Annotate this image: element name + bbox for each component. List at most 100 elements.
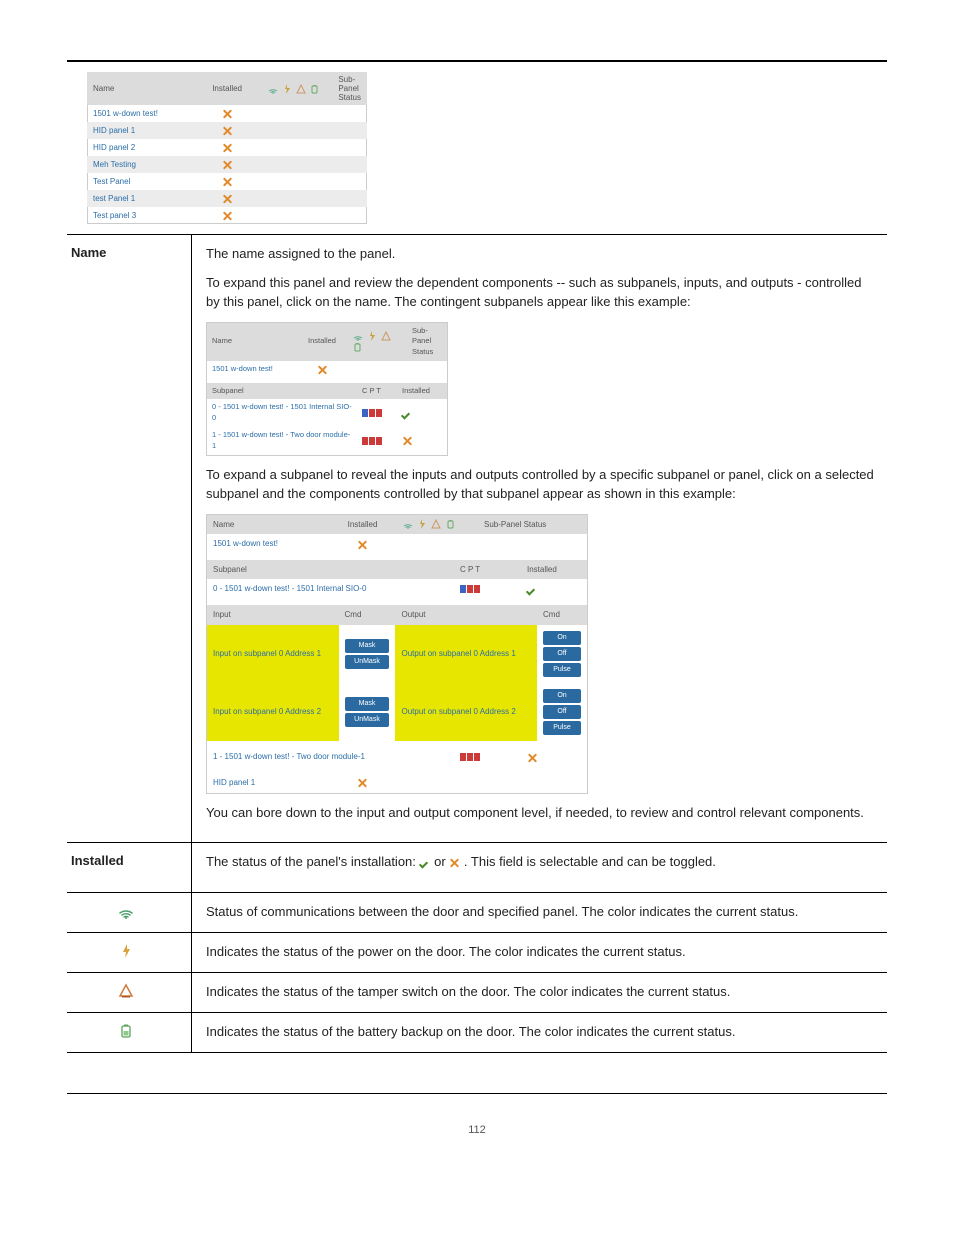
x-icon [222,159,233,170]
cpt-icon [362,437,382,445]
def-body-comm: Status of communications between the doo… [192,893,888,933]
power-icon [282,84,292,94]
unmask-button[interactable]: UnMask [345,713,390,727]
def-body-battery: Indicates the status of the battery back… [192,1013,888,1053]
cpt-icon [460,585,480,593]
subpanel-link[interactable]: 1 - 1501 w-down test! - Two door module-… [212,430,350,450]
output-link[interactable]: Output on subpanel 0 Address 1 [401,649,515,658]
def-label-installed: Installed [67,843,192,893]
def-body-power: Indicates the status of the power on the… [192,933,888,973]
input-link[interactable]: Input on subpanel 0 Address 2 [213,707,321,716]
s3-col-cpt: C P T [454,560,521,580]
installed-text-post: . This field is selectable and can be to… [464,854,716,869]
power-icon [417,519,427,529]
subpanel-link[interactable]: 1 - 1501 w-down test! - Two door module-… [213,752,365,761]
page-top-rule [67,60,887,62]
installed-text-pre: The status of the panel's installation: [206,854,420,869]
check-icon [527,584,538,595]
col-name: Name [87,72,194,105]
comm-icon [118,903,134,919]
s3-col-cmd-in: Cmd [339,605,396,625]
name-desc-2: To expand this panel and review the depe… [206,274,877,312]
tamper-icon [431,519,441,529]
output-link[interactable]: Output on subpanel 0 Address 2 [401,707,515,716]
comm-icon [353,331,363,341]
s2-col-installed: Installed [297,323,347,362]
x-icon [222,125,233,136]
col-status-icons [261,72,333,105]
io-screenshot: Name Installed Sub-Panel Status 15 [206,514,588,794]
x-icon [317,364,328,375]
mask-button[interactable]: Mask [345,697,390,711]
off-button[interactable]: Off [543,705,581,719]
panel-link[interactable]: 1501 w-down test! [93,109,158,118]
s2-col-installed2: Installed [397,383,447,400]
panel-link[interactable]: HID panel 1 [93,126,135,135]
panel-link[interactable]: test Panel 1 [93,194,135,203]
s3-col-subpanel: Subpanel [207,560,454,580]
on-button[interactable]: On [543,631,581,645]
s2-col-name: Name [207,323,297,362]
tamper-icon [118,983,134,999]
col-subpanel-status: Sub-Panel Status [332,72,367,105]
s2-col-icons [347,323,407,362]
s3-col-installed2: Installed [521,560,587,580]
s3-col-status: Sub-Panel Status [478,515,587,535]
name-desc-3: To expand a subpanel to reveal the input… [206,466,877,504]
power-icon [367,331,377,341]
def-label-tamper [67,973,192,1013]
panel-link[interactable]: 1501 w-down test! [212,364,273,373]
mask-button[interactable]: Mask [345,639,390,653]
subpanel-link[interactable]: 0 - 1501 w-down test! - 1501 Internal SI… [212,402,352,422]
input-link[interactable]: Input on subpanel 0 Address 1 [213,649,321,658]
battery-icon [310,84,320,94]
cpt-icon [460,753,480,761]
x-icon [222,193,233,204]
tamper-icon [381,331,391,341]
s3-col-name: Name [207,515,329,535]
def-label-battery [67,1013,192,1053]
comm-icon [403,519,413,529]
panel-link[interactable]: HID panel 1 [213,778,255,787]
x-icon [449,857,460,868]
subpanel-link[interactable]: 0 - 1501 w-down test! - 1501 Internal SI… [213,584,366,593]
panel-link[interactable]: 1501 w-down test! [213,539,278,548]
power-icon [118,943,134,959]
x-icon [357,777,368,788]
x-icon [222,108,233,119]
subpanel-screenshot: Name Installed Sub-Panel Status 15 [206,322,448,456]
s2-col-subpanel: Subpanel [207,383,357,400]
panel-link[interactable]: Test panel 3 [93,211,136,220]
check-icon [402,408,413,419]
pulse-button[interactable]: Pulse [543,663,581,677]
tamper-icon [296,84,306,94]
s3-col-output: Output [395,605,537,625]
s2-col-status: Sub-Panel Status [407,323,447,362]
page-bottom-rule [67,1093,887,1094]
panel-list-screenshot: Name Installed Sub-Panel Status 1501 w-d… [87,72,367,224]
def-label-power [67,933,192,973]
battery-icon [118,1023,134,1039]
s2-col-cpt: C P T [357,383,397,400]
s3-col-icons [396,515,478,535]
x-icon [402,435,413,446]
panel-link[interactable]: Meh Testing [93,160,136,169]
panel-link[interactable]: Test Panel [93,177,130,186]
x-icon [357,539,368,550]
panel-link[interactable]: HID panel 2 [93,143,135,152]
def-body-name: The name assigned to the panel. To expan… [192,235,888,843]
x-icon [222,142,233,153]
on-button[interactable]: On [543,689,581,703]
unmask-button[interactable]: UnMask [345,655,390,669]
def-body-installed: The status of the panel's installation: … [192,843,888,893]
pulse-button[interactable]: Pulse [543,721,581,735]
battery-icon [353,342,363,352]
cpt-icon [362,409,382,417]
def-body-tamper: Indicates the status of the tamper switc… [192,973,888,1013]
page-number: 112 [67,1124,887,1136]
s3-col-cmd-out: Cmd [537,605,587,625]
def-label-name: Name [67,235,192,843]
def-label-comm [67,893,192,933]
off-button[interactable]: Off [543,647,581,661]
comm-icon [268,84,278,94]
